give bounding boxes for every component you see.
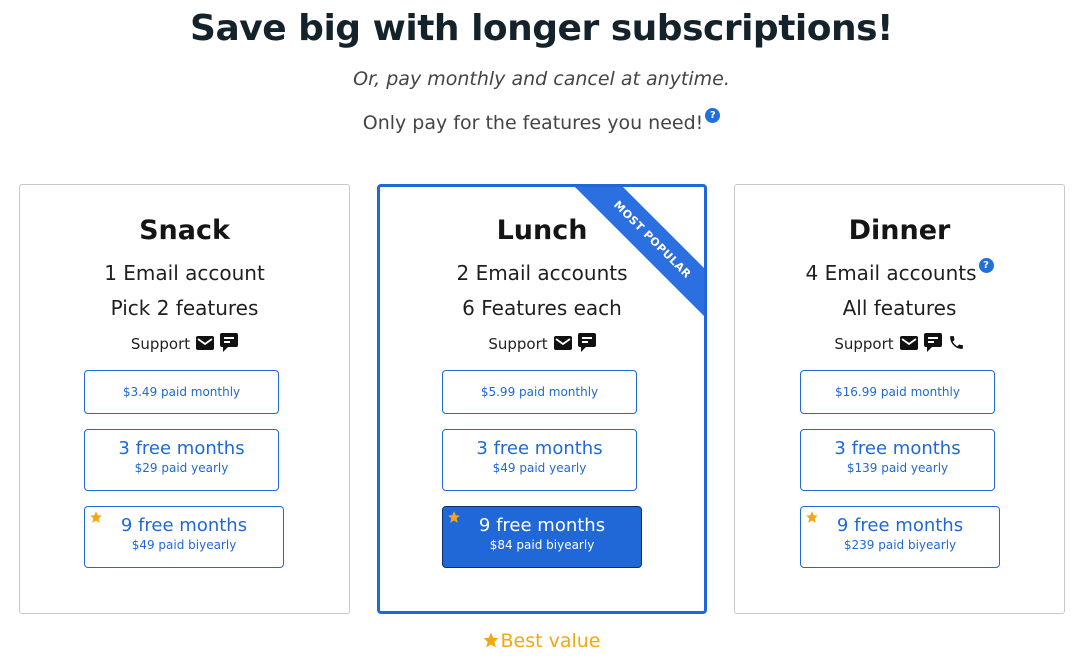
star-icon bbox=[806, 511, 818, 523]
star-icon bbox=[448, 511, 460, 523]
plan-card-snack: Snack 1 Email account Pick 2 features Su… bbox=[19, 184, 350, 614]
option-price: $239 paid biyearly bbox=[843, 538, 957, 552]
email-icon bbox=[196, 335, 215, 350]
plan-accounts: 4 Email accounts? bbox=[735, 258, 1064, 285]
snack-monthly-option[interactable]: $3.49 paid monthly bbox=[84, 370, 279, 414]
dinner-yearly-option[interactable]: 3 free months $139 paid yearly bbox=[800, 429, 995, 491]
help-icon[interactable]: ? bbox=[705, 108, 721, 123]
email-icon bbox=[553, 335, 572, 350]
option-price: $3.49 paid monthly bbox=[122, 385, 241, 399]
lunch-biyearly-option[interactable]: 9 free months $84 paid biyearly bbox=[442, 506, 642, 568]
option-title: 3 free months bbox=[476, 438, 603, 459]
option-title: 3 free months bbox=[834, 438, 961, 459]
support-label: Support bbox=[488, 335, 548, 353]
lunch-monthly-option[interactable]: $5.99 paid monthly bbox=[442, 370, 637, 414]
star-icon bbox=[90, 511, 102, 523]
help-icon[interactable]: ? bbox=[978, 258, 994, 273]
email-icon bbox=[899, 335, 918, 350]
option-price: $49 paid yearly bbox=[492, 461, 587, 475]
snack-biyearly-option[interactable]: 9 free months $49 paid biyearly bbox=[84, 506, 284, 568]
plan-accounts: 2 Email accounts bbox=[456, 261, 628, 285]
plan-name: Snack bbox=[139, 215, 230, 246]
plan-features: All features bbox=[842, 296, 957, 320]
best-value-label: Best value bbox=[500, 630, 601, 652]
lunch-yearly-option[interactable]: 3 free months $49 paid yearly bbox=[442, 429, 637, 491]
option-price: $16.99 paid monthly bbox=[835, 385, 960, 399]
best-value-legend: Best value bbox=[0, 630, 1078, 652]
option-price: $139 paid yearly bbox=[846, 461, 949, 475]
option-title: 9 free months bbox=[478, 515, 606, 536]
plan-accounts-text: 4 Email accounts bbox=[805, 261, 977, 285]
plan-card-lunch: MOST POPULAR Lunch 2 Email accounts 6 Fe… bbox=[377, 184, 707, 614]
plan-support: Support bbox=[735, 333, 1064, 354]
features-note: Only pay for the features you need!? bbox=[0, 108, 1078, 134]
phone-icon bbox=[949, 336, 963, 349]
support-label: Support bbox=[834, 335, 894, 353]
chat-icon bbox=[923, 333, 942, 352]
option-price: $49 paid biyearly bbox=[131, 538, 237, 552]
option-title: 9 free months bbox=[120, 515, 248, 536]
plan-features: 6 Features each bbox=[462, 296, 622, 320]
plan-card-dinner: Dinner 4 Email accounts? All features Su… bbox=[734, 184, 1065, 614]
option-title: 9 free months bbox=[836, 515, 964, 536]
dinner-monthly-option[interactable]: $16.99 paid monthly bbox=[800, 370, 995, 414]
option-price: $84 paid biyearly bbox=[489, 538, 595, 552]
chat-icon bbox=[220, 333, 239, 352]
page-title: Save big with longer subscriptions! bbox=[190, 8, 893, 49]
chat-icon bbox=[577, 333, 596, 352]
star-icon bbox=[483, 632, 499, 647]
support-label: Support bbox=[130, 335, 191, 353]
plan-support: Support bbox=[380, 333, 704, 354]
option-price: $5.99 paid monthly bbox=[480, 385, 599, 399]
page-subtitle: Or, pay monthly and cancel at anytime. bbox=[353, 68, 730, 90]
option-price: $29 paid yearly bbox=[134, 461, 229, 475]
dinner-biyearly-option[interactable]: 9 free months $239 paid biyearly bbox=[800, 506, 1000, 568]
plan-features: Pick 2 features bbox=[110, 296, 259, 320]
snack-yearly-option[interactable]: 3 free months $29 paid yearly bbox=[84, 429, 279, 491]
plan-accounts: 1 Email account bbox=[104, 261, 265, 285]
plan-name: Dinner bbox=[848, 215, 951, 246]
option-title: 3 free months bbox=[118, 438, 245, 459]
features-note-text: Only pay for the features you need! bbox=[362, 112, 704, 134]
plan-support: Support bbox=[20, 333, 349, 354]
plan-name: Lunch bbox=[496, 215, 588, 246]
